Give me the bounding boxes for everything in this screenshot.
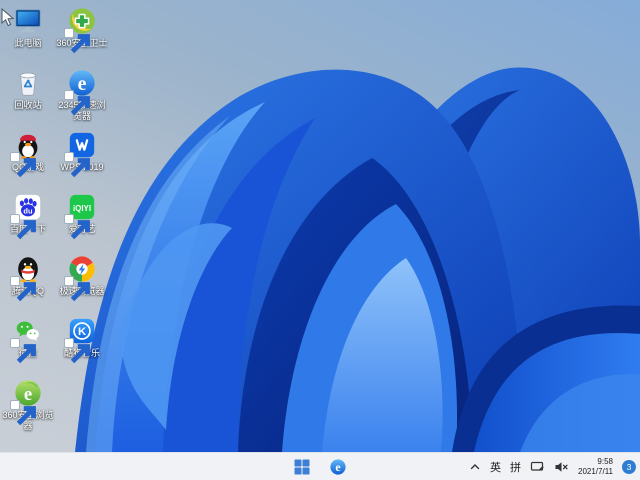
- svg-text:e: e: [335, 460, 340, 474]
- iqiyi-icon: iQIYI: [64, 192, 97, 240]
- shortcut-arrow-icon: [10, 338, 36, 364]
- desktop-icon-wechat[interactable]: 微信: [1, 316, 55, 376]
- shortcut-arrow-icon: [64, 276, 90, 302]
- desktop-icon-wps-2019[interactable]: WPS 2019: [55, 130, 109, 190]
- this-pc-icon: [13, 6, 43, 36]
- system-tray: 英 拼 9:58 2021/7/11 3: [469, 453, 636, 480]
- display-pen-icon[interactable]: [530, 460, 545, 474]
- desktop-icon-qq-games[interactable]: QQ游戏: [1, 130, 55, 190]
- kugou-music-icon: K: [64, 316, 97, 364]
- clock-date: 2021/7/11: [578, 466, 613, 476]
- svg-text:iQIYI: iQIYI: [73, 204, 91, 213]
- clock-time: 9:58: [597, 456, 613, 466]
- baidu-icon: du: [10, 192, 43, 240]
- desktop-icon-iqiyi[interactable]: iQIYI 爱奇艺: [55, 192, 109, 252]
- mouse-cursor: [1, 8, 14, 27]
- desktop-icon-speed-browser[interactable]: 极速浏览器: [55, 254, 109, 314]
- recycle-bin-icon: [13, 68, 43, 98]
- ime-pinyin-indicator[interactable]: 拼: [510, 459, 521, 475]
- svg-text:K: K: [78, 326, 87, 338]
- desktop-icon-label: 回收站: [14, 100, 42, 110]
- desktop-icon-recycle-bin[interactable]: 回收站: [1, 68, 55, 128]
- desktop-icon-2345-browser[interactable]: e 2345加速浏览器: [55, 68, 109, 128]
- tray-chevron-up-icon[interactable]: [469, 461, 481, 473]
- browser-e-icon: e: [330, 458, 346, 475]
- desktop-icon-label: 此电脑: [14, 38, 42, 48]
- tencent-qq-icon: [10, 254, 43, 302]
- notification-badge[interactable]: 3: [622, 459, 636, 474]
- shortcut-arrow-icon: [10, 400, 36, 426]
- taskbar: e 英 拼 9:58 2021/7/11 3: [0, 452, 640, 480]
- windows-11-desktop: { "desktop": { "icons": [ {"id":"this-pc…: [0, 0, 640, 480]
- browser-taskbar-button[interactable]: e: [327, 456, 349, 478]
- speed-browser-icon: [64, 254, 97, 302]
- desktop-icon-360-safety-guard[interactable]: 360安全卫士: [55, 6, 109, 66]
- shortcut-arrow-icon: [10, 214, 36, 240]
- desktop-icon-kugou-music[interactable]: K 酷狗音乐: [55, 316, 109, 376]
- shortcut-arrow-icon: [64, 28, 90, 54]
- start-button[interactable]: [291, 456, 313, 478]
- qq-games-icon: [10, 130, 43, 178]
- 360-secure-browser-icon: e: [10, 378, 43, 426]
- shortcut-arrow-icon: [10, 276, 36, 302]
- shortcut-arrow-icon: [64, 338, 90, 364]
- desktop-icon-tencent-qq[interactable]: 腾讯QQ: [1, 254, 55, 314]
- wps-2019-icon: [64, 130, 97, 178]
- shortcut-arrow-icon: [64, 90, 90, 116]
- desktop-icon-baidu[interactable]: du 百度一下: [1, 192, 55, 252]
- shortcut-arrow-icon: [64, 152, 90, 178]
- desktop-icon-360-secure-browser[interactable]: e 360安全浏览器: [1, 378, 55, 438]
- 2345-browser-icon: e: [64, 68, 97, 116]
- desktop-wallpaper[interactable]: 此电脑 360安全卫士 回收站 e 2345加速浏览器 QQ游戏 WPS 201…: [0, 0, 640, 452]
- 360-safety-guard-icon: [64, 6, 97, 54]
- volume-muted-icon[interactable]: [554, 460, 569, 474]
- windows-logo-icon: [294, 459, 310, 474]
- wechat-icon: [10, 316, 43, 364]
- taskbar-clock[interactable]: 9:58 2021/7/11: [578, 457, 613, 477]
- shortcut-arrow-icon: [10, 152, 36, 178]
- ime-language-indicator[interactable]: 英: [490, 459, 501, 475]
- shortcut-arrow-icon: [64, 214, 90, 240]
